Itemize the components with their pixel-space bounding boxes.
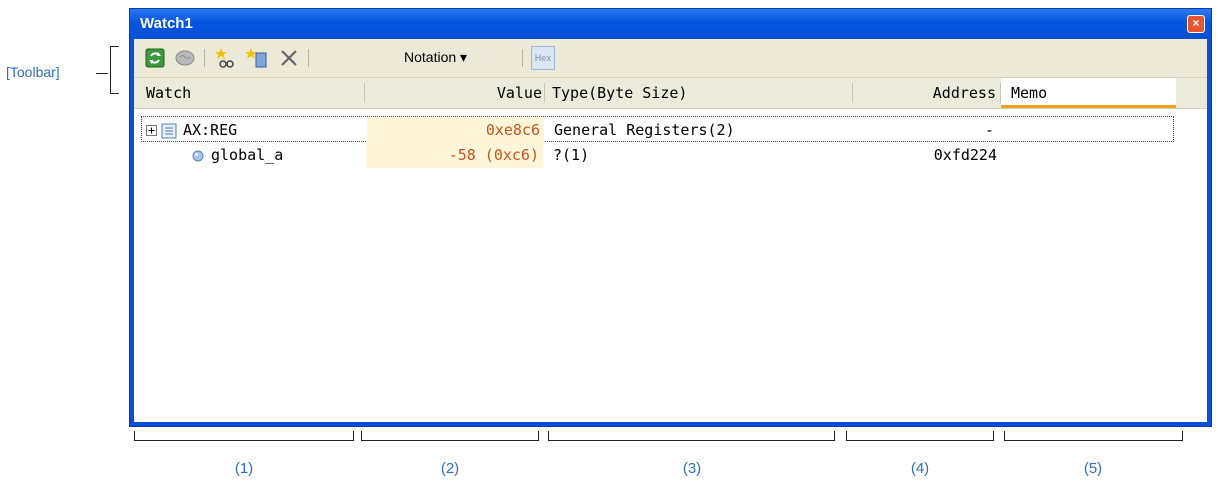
column-bracket-4 (846, 431, 994, 441)
toolbar-separator (204, 49, 205, 67)
hex-icon: Hex (534, 53, 552, 63)
expand-toggle-icon[interactable] (146, 117, 158, 143)
register-row-icon (161, 117, 177, 143)
register-button[interactable] (245, 47, 268, 69)
refresh-icon (145, 48, 165, 68)
close-button[interactable]: × (1187, 15, 1205, 33)
refresh-button[interactable] (144, 47, 166, 69)
header-value[interactable]: Value (366, 78, 542, 108)
watch-name: AX:REG (183, 121, 238, 139)
toolbar-annotation-label: [Toolbar] (6, 64, 60, 80)
register-icon (245, 48, 267, 68)
column-bracket-2 (361, 431, 539, 441)
column-bracket-3 (548, 431, 835, 441)
delete-icon (281, 50, 297, 66)
column-divider[interactable] (852, 83, 853, 103)
column-label-5: (5) (1083, 460, 1103, 477)
add-watch-icon (215, 48, 234, 68)
column-header: Watch Value Type(Byte Size) Address Memo (134, 78, 1207, 109)
watch-window: Watch1 × Notation ▾ Hex Watch Value Type… (129, 8, 1212, 427)
toolbar-annotation-bracket (110, 46, 119, 94)
title-bar[interactable]: Watch1 × (130, 9, 1211, 39)
toolbar-separator (522, 49, 523, 67)
column-bracket-5 (1004, 431, 1183, 441)
column-label-1: (1) (234, 460, 254, 477)
table-row[interactable]: AX:REG 0xe8c6 General Registers(2) - (141, 116, 1174, 143)
column-divider[interactable] (544, 83, 545, 103)
watch-type: ?(1) (553, 146, 590, 164)
watch-address: - (984, 121, 994, 139)
add-watch-button[interactable] (214, 47, 236, 69)
window-client: Notation ▾ Hex Watch Value Type(Byte Siz… (134, 39, 1207, 422)
notation-label: Notation (404, 49, 457, 65)
brain-icon (175, 50, 195, 66)
header-memo[interactable]: Memo (1001, 78, 1176, 108)
header-address[interactable]: Address (854, 78, 996, 108)
chevron-down-icon: ▾ (460, 49, 468, 65)
watch-type: General Registers(2) (554, 121, 735, 139)
brain-button[interactable] (174, 47, 196, 69)
header-watch[interactable]: Watch (146, 78, 191, 108)
header-type[interactable]: Type(Byte Size) (552, 78, 687, 108)
notation-menu[interactable]: Notation ▾ (404, 49, 467, 66)
column-label-3: (3) (682, 460, 702, 477)
watch-value[interactable]: 0xe8c6 (367, 117, 544, 143)
watch-name: global_a (211, 146, 284, 164)
watch-list: AX:REG 0xe8c6 General Registers(2) - glo… (134, 109, 1207, 422)
watch-address: 0xfd224 (933, 146, 997, 164)
window-title: Watch1 (140, 15, 193, 32)
toolbar-separator (308, 49, 309, 67)
column-divider[interactable] (364, 83, 365, 103)
toolbar: Notation ▾ Hex (134, 39, 1207, 78)
delete-button[interactable] (278, 47, 300, 69)
toolbar-annotation-line (96, 73, 108, 74)
column-label-2: (2) (440, 460, 460, 477)
variable-icon (192, 142, 204, 168)
column-bracket-1 (134, 431, 354, 441)
table-row[interactable]: global_a -58 (0xc6) ?(1) 0xfd224 (134, 142, 1207, 168)
column-label-4: (4) (910, 460, 930, 477)
close-icon: × (1192, 16, 1200, 30)
hex-toggle-button[interactable]: Hex (531, 46, 555, 70)
watch-value[interactable]: -58 (0xc6) (366, 142, 543, 168)
